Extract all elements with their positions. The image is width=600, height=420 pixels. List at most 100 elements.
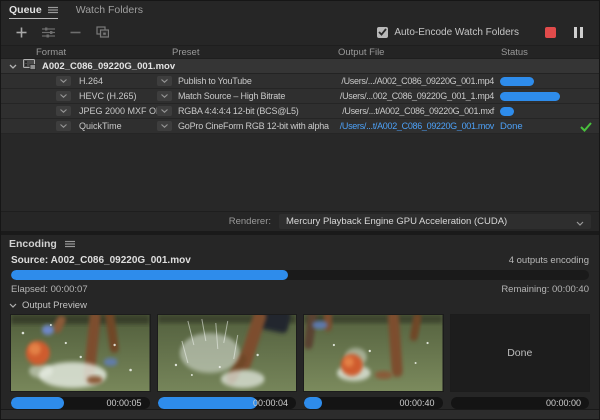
encoding-panel: Encoding Source: A002_C086_09220G_001.mo… [1,235,599,419]
preview-done-box: Done [451,315,590,391]
encoding-source-row: Source: A002_C086_09220G_001.mov 4 outpu… [1,252,599,267]
format-label[interactable]: HEVC (H.265) [79,91,137,101]
encoding-times-row: Elapsed: 00:00:07 Remaining: 00:00:40 [1,281,599,298]
preview-thumbnail [304,315,443,391]
panel-menu-icon[interactable] [65,235,75,253]
queue-list: A002_C086_09220G_001.mov H.264 Publish t… [1,59,599,211]
preview-time-track: 00:00:05 [11,397,150,409]
preview-cell: 00:00:05 [11,315,150,409]
format-dropdown[interactable] [56,121,71,131]
outputs-encoding-status: 4 outputs encoding [509,255,589,266]
tab-queue-label: Queue [9,4,42,16]
queue-column-headers: Format Preset Output File Status [1,45,599,59]
preview-thumbnail [158,315,297,391]
preview-cell: Done 00:00:00 [451,315,590,409]
status-cell [496,92,599,101]
preview-timecode: 00:00:04 [253,397,288,409]
column-header-preset: Preset [157,47,334,58]
encoding-source: Source: A002_C086_09220G_001.mov [11,255,191,266]
queue-row[interactable]: H.264 Publish to YouTube /Users/.../A002… [1,74,599,89]
queue-toolbar: Auto-Encode Watch Folders [1,19,599,45]
source-group-row[interactable]: A002_C086_09220G_001.mov [1,59,599,74]
preview-timecode: 00:00:00 [546,397,581,409]
output-preview-label: Output Preview [22,300,87,311]
output-file-link[interactable]: /Users/...t/A002_C086_09220G_001.mov [334,121,496,131]
preview-time-track: 00:00:04 [158,397,297,409]
preset-label[interactable]: Match Source – High Bitrate [178,91,285,101]
queue-row[interactable]: QuickTime GoPro CineForm RGB 12-bit with… [1,119,599,134]
window-footer [1,409,599,419]
queue-row[interactable]: JPEG 2000 MXF OP1a RGBA 4:4:4:4 12-bit (… [1,104,599,119]
add-source-button[interactable] [11,23,31,41]
output-file-path[interactable]: /Users/...t/A002_C086_09220G_001.mxf [334,106,496,116]
preview-progress-bar [11,397,64,409]
renderer-bar: Renderer: Mercury Playback Engine GPU Ac… [1,211,599,231]
renderer-select[interactable]: Mercury Playback Engine GPU Acceleration… [279,214,591,229]
output-preview-header[interactable]: Output Preview [1,298,599,315]
duplicate-button[interactable] [92,23,112,41]
auto-encode-label: Auto-Encode Watch Folders [394,27,519,38]
remaining-time: Remaining: 00:00:40 [501,284,589,295]
preview-thumbnail [11,315,150,391]
format-label[interactable]: JPEG 2000 MXF OP1a [79,106,157,116]
auto-encode-group: Auto-Encode Watch Folders [377,27,519,38]
preset-label[interactable]: Publish to YouTube [178,76,252,86]
source-name: A002_C086_09220G_001.mov [42,61,175,72]
tab-watch-folders-label: Watch Folders [76,4,143,16]
collapse-chevron-icon[interactable] [9,61,17,72]
column-header-format: Format [1,47,157,58]
preset-dropdown[interactable] [157,121,172,131]
tab-queue[interactable]: Queue [9,1,58,19]
preset-dropdown[interactable] [157,106,172,116]
chevron-down-icon [576,213,584,231]
add-preset-icon[interactable] [38,23,58,41]
format-label[interactable]: H.264 [79,76,103,86]
clip-icon [23,59,36,73]
preview-done-label: Done [507,347,532,359]
encode-progress-bar [500,92,560,101]
output-file-path[interactable]: /Users/...002_C086_09220G_001_1.mp4 [334,91,496,101]
format-dropdown[interactable] [56,91,71,101]
output-file-path[interactable]: /Users/.../A002_C086_09220G_001.mp4 [334,76,496,86]
renderer-label: Renderer: [229,216,271,227]
preview-progress-bar [158,397,258,409]
column-header-status: Status [496,47,599,58]
media-encoder-window: Queue Watch Folders [0,0,600,420]
auto-encode-checkbox[interactable] [377,27,388,38]
stop-queue-button[interactable] [545,27,556,38]
queue-panel: Queue Watch Folders [1,1,599,231]
format-dropdown[interactable] [56,76,71,86]
preset-label[interactable]: RGBA 4:4:4:4 12-bit (BCS@L5) [178,106,299,116]
panel-menu-icon[interactable] [48,1,58,19]
success-check-icon [580,122,592,134]
preset-label[interactable]: GoPro CineForm RGB 12-bit with alpha [178,121,329,131]
remove-button[interactable] [65,23,85,41]
pause-queue-button[interactable] [574,27,583,38]
collapse-chevron-icon[interactable] [9,300,17,311]
output-preview-grid: 00:00:05 [1,315,599,409]
format-dropdown[interactable] [56,106,71,116]
renderer-value: Mercury Playback Engine GPU Acceleration… [286,216,507,227]
status-cell: Done [496,121,599,132]
preview-progress-bar [304,397,322,409]
tab-encoding[interactable]: Encoding [9,238,57,250]
overall-progress-bar [11,270,288,280]
encoding-tabbar: Encoding [1,235,599,252]
queue-tabbar: Queue Watch Folders [1,1,599,19]
status-done-label: Done [500,121,523,132]
queue-empty-area [1,134,599,211]
preview-time-track: 00:00:00 [451,397,590,409]
preset-dropdown[interactable] [157,76,172,86]
preset-dropdown[interactable] [157,91,172,101]
queue-row[interactable]: HEVC (H.265) Match Source – High Bitrate… [1,89,599,104]
status-cell [496,77,599,86]
overall-progress-track [11,270,589,280]
status-cell [496,107,599,116]
tab-watch-folders[interactable]: Watch Folders [76,1,143,19]
encode-progress-bar [500,107,514,116]
preview-time-track: 00:00:40 [304,397,443,409]
format-label[interactable]: QuickTime [79,121,122,131]
column-header-output: Output File [334,47,496,58]
preview-cell: 00:00:04 [158,315,297,409]
elapsed-time: Elapsed: 00:00:07 [11,284,88,295]
